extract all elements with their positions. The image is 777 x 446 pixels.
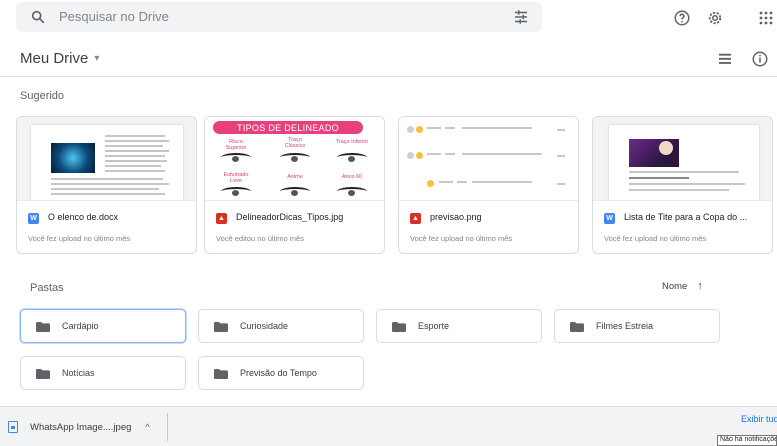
folder-filmes-estreia[interactable]: Filmes Estreia: [554, 309, 720, 343]
search-icon[interactable]: [30, 9, 46, 25]
document-preview: [609, 125, 759, 200]
folder-noticias[interactable]: Notícias: [20, 356, 186, 390]
sort-by-name-button[interactable]: Nome ↑: [662, 280, 703, 292]
eye-label: Traço Clássico: [284, 137, 306, 149]
search-options-icon[interactable]: [512, 8, 530, 26]
suggested-card-previsao[interactable]: ▲ previsao.png Você fez upload no último…: [398, 116, 579, 254]
folder-esporte[interactable]: Esporte: [376, 309, 542, 343]
page-title: Meu Drive: [20, 50, 89, 67]
eyeliner-illustration: [221, 153, 251, 162]
file-name: Lista de Tite para a Copa do ...: [624, 212, 748, 222]
folder-previsao-do-tempo[interactable]: Previsão do Tempo: [198, 356, 364, 390]
file-activity: Você fez upload no último mês: [604, 234, 707, 243]
card-thumbnail: [593, 117, 772, 201]
folder-name: Cardápio: [62, 321, 99, 331]
folder-name: Notícias: [62, 368, 95, 378]
card-meta: ▲ DelineadorDicas_Tipos.jpg Você editou …: [205, 201, 384, 253]
top-bar: Pesquisar no Drive: [0, 0, 777, 36]
card-thumbnail: TIPOS DE DELINEADO Risco Superior Traço …: [205, 117, 384, 201]
image-file-icon: ▲: [410, 213, 421, 224]
file-activity: Você fez upload no último mês: [28, 234, 131, 243]
image-file-icon: [8, 421, 18, 433]
eyeliner-illustration: [280, 187, 310, 196]
eyeliner-illustration: [280, 153, 310, 162]
file-name: previsao.png: [430, 212, 482, 222]
suggested-card-lista-tite[interactable]: W Lista de Tite para a Copa do ... Você …: [592, 116, 773, 254]
card-thumbnail: [17, 117, 196, 201]
drive-page: Pesquisar no Drive Meu Drive ▾ Sugerido: [0, 0, 777, 446]
eyeliner-illustration: [337, 153, 367, 162]
eye-label: Anos 60: [341, 174, 363, 180]
folder-icon: [214, 369, 228, 379]
header-divider: [0, 76, 777, 77]
show-all-downloads-link[interactable]: Exibir tudo: [741, 414, 777, 424]
file-activity: Você editou no último mês: [216, 234, 304, 243]
folder-icon: [36, 322, 50, 332]
downloads-bar: WhatsApp Image....jpeg ^: [0, 406, 777, 446]
folder-name: Filmes Estreia: [596, 321, 654, 331]
word-doc-icon: W: [604, 213, 615, 224]
file-name: DelineadorDicas_Tipos.jpg: [236, 212, 344, 222]
list-view-icon[interactable]: [716, 50, 734, 68]
card-meta: W O elenco de.docx Você fez upload no úl…: [17, 201, 196, 253]
chevron-up-icon[interactable]: ^: [145, 422, 149, 432]
download-item[interactable]: WhatsApp Image....jpeg ^: [8, 415, 168, 439]
eye-label: Risco Superior: [225, 139, 247, 151]
folder-curiosidade[interactable]: Curiosidade: [198, 309, 364, 343]
search-input[interactable]: Pesquisar no Drive: [59, 9, 169, 24]
eyeliner-illustration: [221, 187, 251, 196]
document-preview: [31, 125, 183, 200]
image-file-icon: ▲: [216, 213, 227, 224]
folder-icon: [36, 369, 50, 379]
download-file-name: WhatsApp Image....jpeg: [30, 421, 132, 433]
word-doc-icon: W: [28, 213, 39, 224]
sort-label: Nome: [662, 280, 688, 292]
chevron-down-icon: ▾: [94, 53, 100, 64]
suggested-label: Sugerido: [20, 90, 65, 102]
my-drive-menu[interactable]: Meu Drive ▾: [20, 50, 99, 67]
folder-cardapio[interactable]: Cardápio: [20, 309, 186, 343]
download-separator: [167, 413, 168, 441]
apps-grid-icon[interactable]: [754, 6, 777, 30]
search-bar[interactable]: Pesquisar no Drive: [16, 2, 542, 32]
suggested-card-delineador[interactable]: TIPOS DE DELINEADO Risco Superior Traço …: [204, 116, 385, 254]
card-meta: ▲ previsao.png Você fez upload no último…: [399, 201, 578, 253]
folder-icon: [214, 322, 228, 332]
details-info-icon[interactable]: [751, 50, 769, 68]
card-thumbnail: [399, 117, 578, 201]
eye-label: Anime: [287, 174, 303, 180]
folder-name: Curiosidade: [240, 321, 289, 331]
folder-name: Esporte: [418, 321, 450, 331]
folder-icon: [392, 322, 406, 332]
eye-label: Esfumado Leve: [223, 172, 249, 184]
eyeliner-illustration: [337, 187, 367, 196]
document-image: [51, 143, 95, 173]
file-activity: Você fez upload no último mês: [410, 234, 513, 243]
folder-name: Previsão do Tempo: [240, 368, 317, 378]
suggested-card-elenco[interactable]: W O elenco de.docx Você fez upload no úl…: [16, 116, 197, 254]
settings-gear-icon[interactable]: [703, 6, 727, 30]
folder-icon: [570, 322, 584, 332]
notification-tooltip: Não há notificações: [717, 435, 777, 446]
help-icon[interactable]: [670, 6, 694, 30]
file-name: O elenco de.docx: [48, 212, 119, 222]
arrow-up-icon: ↑: [697, 280, 703, 292]
folders-label: Pastas: [30, 282, 64, 294]
card-meta: W Lista de Tite para a Copa do ... Você …: [593, 201, 772, 253]
eye-label: Traço Inferior: [335, 139, 369, 145]
image-title-banner: TIPOS DE DELINEADO: [213, 121, 363, 134]
